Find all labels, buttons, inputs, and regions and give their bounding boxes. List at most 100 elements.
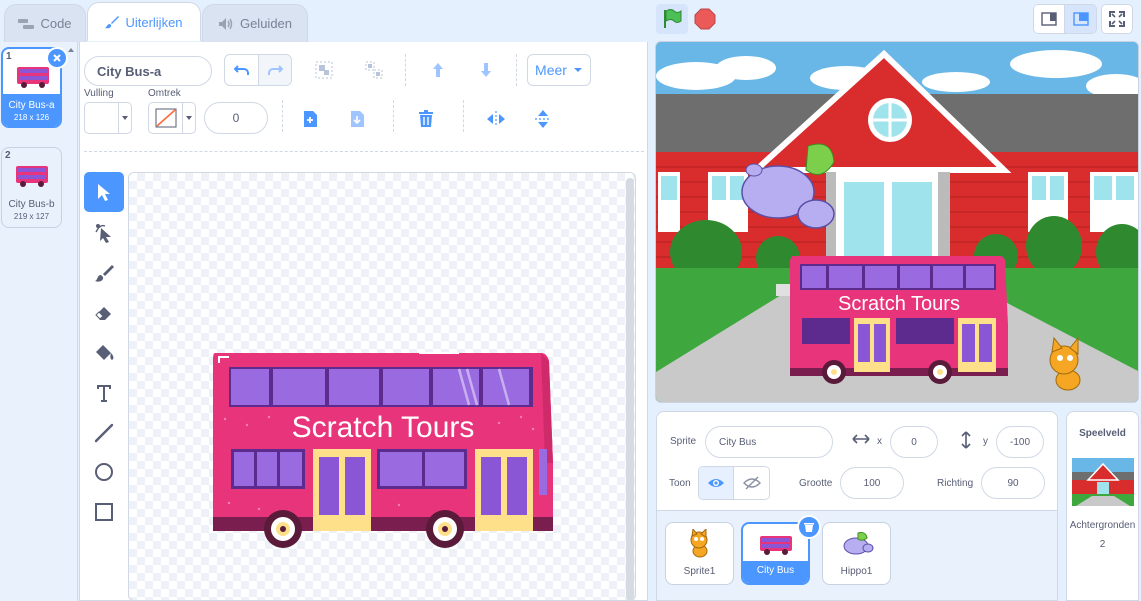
cursor-icon (98, 184, 110, 201)
direction-input[interactable]: 90 (981, 467, 1045, 499)
sprite-thumbnail (690, 527, 707, 558)
costume-thumbnail (15, 63, 51, 89)
delete-sprite-button[interactable] (797, 515, 821, 539)
sprite-label: Sprite (670, 436, 697, 447)
copy-button[interactable] (295, 104, 325, 134)
sprite-thumbnail (843, 532, 873, 555)
speaker-icon (218, 17, 234, 31)
canvas-scrollbar[interactable] (626, 178, 634, 601)
stage-target-panel[interactable]: Speelveld Achtergronden 2 (1066, 411, 1139, 601)
rectangle-tool[interactable] (84, 492, 124, 532)
toolbar-divider (282, 100, 283, 132)
code-icon (18, 18, 35, 30)
sprite-name-input[interactable]: City Bus (705, 426, 833, 458)
backward-button[interactable] (471, 55, 501, 85)
toolbar-divider (516, 54, 517, 86)
backdrops-count: 2 (1099, 539, 1106, 550)
redo-button[interactable] (258, 55, 291, 85)
y-label: y (983, 436, 988, 447)
sprite-name: City Bus (756, 565, 795, 576)
fill-label: Vulling (84, 88, 114, 99)
stop-button[interactable] (692, 4, 718, 34)
small-stage-icon (1041, 12, 1057, 26)
select-tool[interactable] (84, 172, 124, 212)
ungroup-button[interactable] (359, 55, 389, 85)
backdrop-thumbnail (1072, 458, 1134, 506)
rectangle-icon (95, 503, 113, 521)
show-label: Toon (669, 478, 691, 489)
circle-tool[interactable] (84, 452, 124, 492)
brush-icon (105, 15, 120, 29)
sprite-tile[interactable]: Sprite1 (665, 522, 734, 585)
flip-horizontal-button[interactable] (481, 104, 511, 134)
y-arrows-icon (960, 431, 972, 452)
fill-color-picker[interactable] (84, 102, 132, 134)
costume-item[interactable]: 2 City Bus-b 219 x 127 (1, 147, 62, 228)
close-icon (53, 54, 61, 62)
bus-costume-drawing: Scratch Tours (213, 352, 553, 548)
tab-costumes[interactable]: Uiterlijken (87, 2, 201, 41)
eye-icon (708, 479, 724, 487)
reshape-icon (95, 224, 111, 243)
sprite-thumbnail (759, 536, 792, 555)
no-color-icon (155, 108, 176, 128)
hide-button[interactable] (734, 467, 769, 499)
chevron-down-icon (573, 68, 582, 72)
flip-vertical-button[interactable] (528, 104, 558, 134)
backdrops-label: Achtergronden (1069, 520, 1136, 531)
costume-thumbnail (14, 162, 50, 188)
eye-hidden-icon (742, 476, 761, 490)
costume-list-scrollbar[interactable] (66, 44, 76, 599)
tab-code[interactable]: Code (4, 4, 86, 42)
show-button[interactable] (699, 467, 734, 499)
more-dropdown[interactable]: Meer (527, 54, 591, 86)
paste-icon (351, 111, 364, 127)
forward-button[interactable] (423, 55, 453, 85)
stage-panel-title: Speelveld (1079, 428, 1126, 439)
fill-swatch (85, 103, 119, 133)
stage[interactable]: Scratch Tours (655, 41, 1139, 403)
text-tool[interactable] (84, 373, 124, 413)
eraser-tool[interactable] (84, 293, 124, 333)
small-stage-button[interactable] (1033, 4, 1065, 34)
flip-horizontal-icon (487, 111, 505, 127)
line-icon (94, 423, 114, 443)
delete-costume-button[interactable] (46, 47, 68, 69)
toolbar-divider (393, 100, 394, 132)
paint-bucket-icon (96, 345, 114, 360)
normal-stage-icon (1072, 12, 1089, 26)
direction-label: Richting (937, 478, 974, 489)
group-button[interactable] (309, 55, 339, 85)
toolbar-divider (84, 151, 644, 152)
brush-tool[interactable] (84, 253, 124, 293)
costume-size: 219 x 127 (13, 212, 50, 221)
fill-tool[interactable] (84, 333, 124, 373)
x-position-input[interactable]: 0 (890, 426, 938, 458)
outline-swatch (149, 103, 183, 133)
outline-width-input[interactable]: 0 (204, 102, 268, 134)
paint-canvas[interactable]: Scratch Tours (128, 172, 636, 601)
paste-button[interactable] (342, 104, 372, 134)
costume-name-input[interactable]: City Bus-a (84, 56, 212, 86)
size-label: Grootte (799, 478, 833, 489)
y-position-input[interactable]: -100 (996, 426, 1044, 458)
undo-button[interactable] (225, 55, 258, 85)
tab-sounds-label: Geluiden (239, 16, 293, 31)
green-flag-button[interactable] (656, 4, 688, 34)
undo-icon (233, 65, 249, 75)
size-input[interactable]: 100 (840, 467, 904, 499)
outline-color-picker[interactable] (148, 102, 196, 134)
costume-number: 2 (5, 150, 11, 161)
tab-code-label: Code (40, 16, 72, 31)
toolbar-divider (463, 100, 464, 132)
normal-stage-button[interactable] (1065, 4, 1097, 34)
tab-sounds[interactable]: Geluiden (202, 4, 308, 42)
fullscreen-button[interactable] (1101, 4, 1133, 34)
fullscreen-icon (1109, 11, 1125, 27)
reshape-tool[interactable] (84, 213, 124, 253)
sprite-tile[interactable]: Hippo1 (822, 522, 891, 585)
delete-button[interactable] (411, 104, 441, 134)
undo-redo-group (224, 54, 292, 86)
stage-size-controls (1033, 4, 1133, 34)
line-tool[interactable] (84, 413, 124, 453)
